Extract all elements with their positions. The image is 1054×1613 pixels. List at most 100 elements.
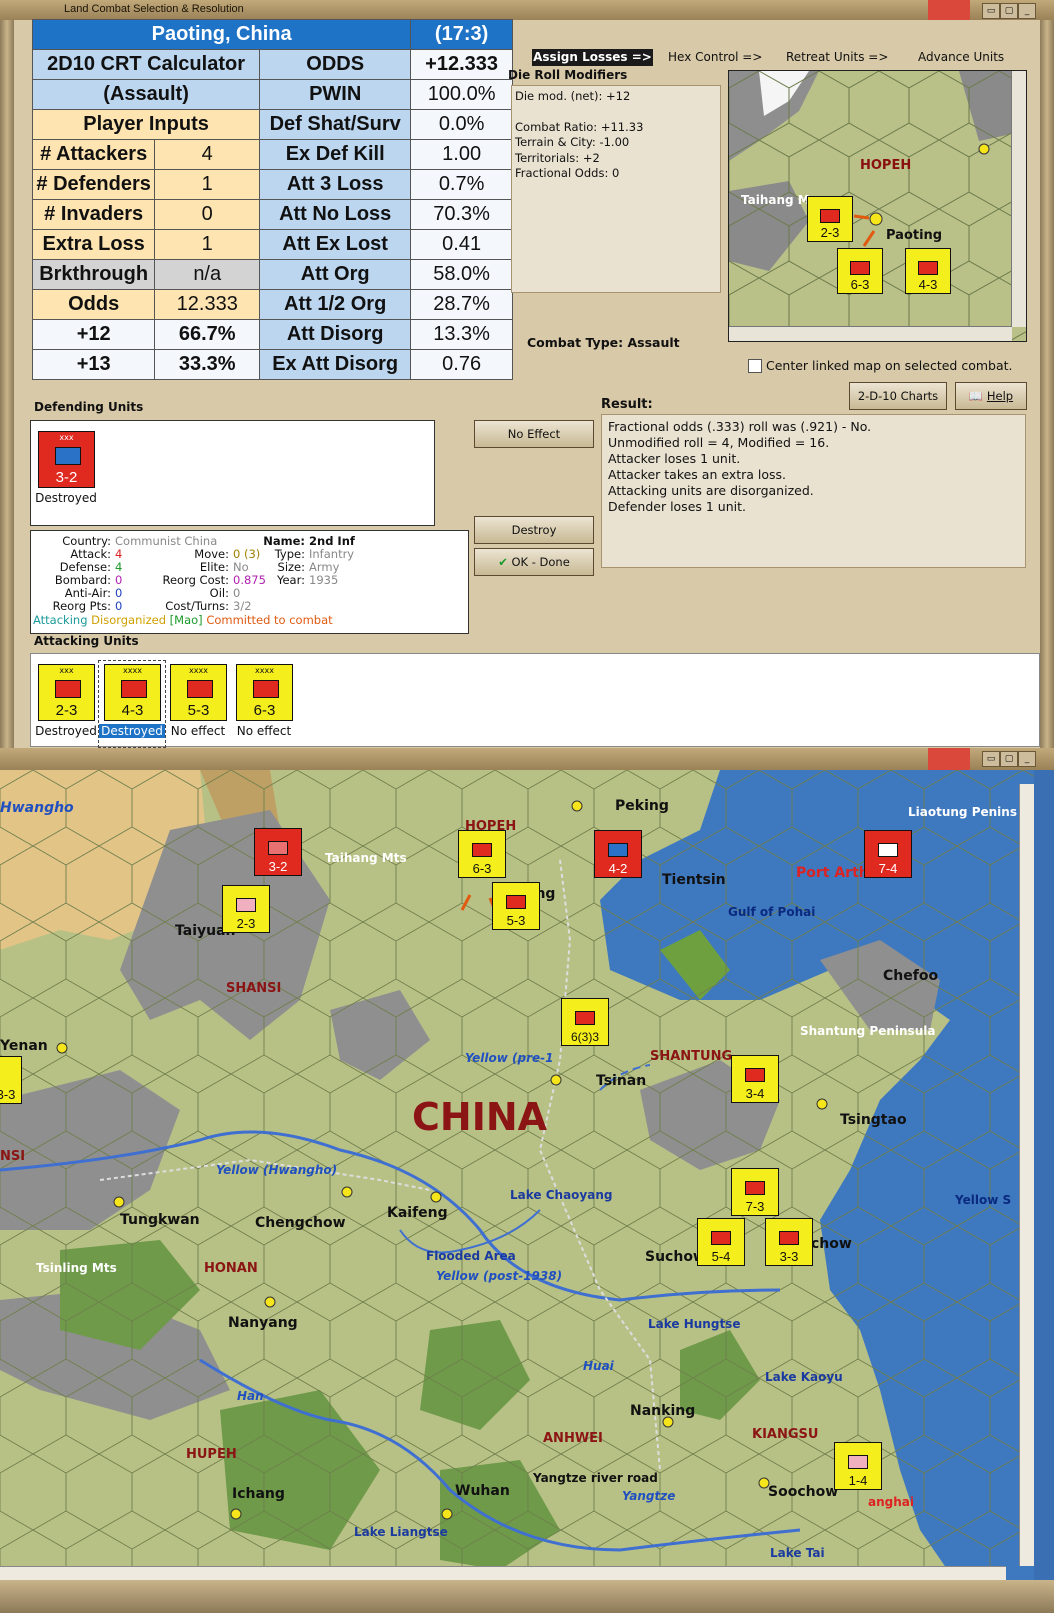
help-button[interactable]: 📖 Help: [955, 382, 1027, 410]
map-place-label: Kaifeng: [387, 1205, 448, 1221]
map-restore-icon[interactable]: ▭: [982, 751, 1000, 767]
map-vertical-scrollbar[interactable]: [1019, 784, 1034, 1566]
map-feature-label: anghai: [868, 1495, 914, 1509]
map-unit-counter[interactable]: 7-4: [864, 830, 912, 878]
result-line: Attacker takes an extra loss.: [608, 467, 787, 482]
stat-label: Ex Def Kill: [259, 139, 412, 170]
input-label: Odds: [31, 289, 156, 320]
defending-title: Defending Units: [34, 400, 144, 414]
map-feature-label: Yangtze: [622, 1489, 675, 1503]
mini-unit-4-3[interactable]: 4-3: [905, 248, 951, 294]
dialog-titlebar[interactable]: Land Combat Selection & Resolution ▭ ▢ _: [0, 0, 1054, 20]
modifier-line: Fractional Odds: 0: [515, 166, 620, 180]
map-unit-counter[interactable]: 7-3: [731, 1168, 779, 1216]
input-value: n/a: [154, 259, 261, 290]
attacker-unit-counter[interactable]: xxx 2-3: [38, 664, 95, 721]
map-feature-label: Gulf of Pohai: [728, 905, 815, 919]
map-unit-counter[interactable]: 5-3: [492, 882, 540, 930]
result-line: Defender loses 1 unit.: [608, 499, 746, 514]
modifier-line: Terrain & City: -1.00: [515, 135, 630, 149]
map-place-label: Chengchow: [255, 1215, 346, 1231]
stat-label: Att Ex Lost: [259, 229, 412, 260]
map-unit-counter[interactable]: 2-3: [222, 885, 270, 933]
stat-label: Att Disorg: [259, 319, 412, 350]
defender-unit-counter[interactable]: xxx 3-2: [38, 431, 95, 488]
map-place-label: Nanking: [630, 1403, 695, 1419]
map-place-label: Tientsin: [662, 872, 726, 888]
mini-unit-6-3[interactable]: 6-3: [837, 248, 883, 294]
map-unit-counter[interactable]: 3-2: [254, 828, 302, 876]
map-unit-counter[interactable]: 6-3: [458, 830, 506, 878]
map-unit-counter[interactable]: 4-2: [594, 830, 642, 878]
input-value[interactable]: 4: [154, 139, 261, 170]
map-unit-counter[interactable]: 6(3)3: [561, 998, 609, 1046]
map-unit-counter[interactable]: 1-4: [834, 1442, 882, 1490]
map-feature-label: Huai: [583, 1359, 615, 1373]
mini-map-hscroll[interactable]: [729, 326, 1012, 341]
result-line: Attacking units are disorganized.: [608, 483, 814, 498]
input-value[interactable]: 1: [154, 229, 261, 260]
phase-advance-units[interactable]: Advance Units: [918, 49, 1004, 66]
attacker-unit-counter[interactable]: xxxx 6-3: [236, 664, 293, 721]
ok-done-button[interactable]: ✔ OK - Done: [474, 548, 594, 576]
minimize-icon[interactable]: _: [1018, 3, 1036, 19]
map-label-china: CHINA: [412, 1095, 548, 1139]
modifiers-title: Die Roll Modifiers: [508, 68, 628, 82]
map-feature-label: Shantung Peninsula: [800, 1024, 935, 1038]
destroy-button[interactable]: Destroy: [474, 516, 594, 544]
map-place-label: Ichang: [232, 1486, 285, 1502]
combat-dialog: Land Combat Selection & Resolution ▭ ▢ _…: [0, 0, 1054, 750]
stat-label: Att No Loss: [259, 199, 412, 230]
mini-map-hexes: HOPEH Taihang M Paoting: [729, 71, 1026, 341]
map-titlebar[interactable]: ▭ ▢ _: [0, 748, 1054, 770]
info-keys-left: Country: Attack: Defense: Bombard: Anti-Air:…: [52, 534, 111, 613]
map-feature-label: Tsinling Mts: [36, 1261, 117, 1275]
charts-button[interactable]: 2-D-10 Charts: [849, 382, 947, 410]
map-region-label: NSI: [0, 1149, 25, 1164]
attacker-unit-counter[interactable]: xxxx 4-3: [104, 664, 161, 721]
mini-map-vscroll[interactable]: [1011, 71, 1026, 327]
map-feature-label: Liaotung Penins: [908, 805, 1017, 819]
map-minimize-icon[interactable]: _: [1018, 751, 1036, 767]
close-area[interactable]: [928, 0, 970, 20]
no-effect-button[interactable]: No Effect: [474, 420, 594, 448]
ok-done-label: OK - Done: [511, 555, 570, 569]
map-maximize-icon[interactable]: ▢: [1000, 751, 1018, 767]
dialog-title: Land Combat Selection & Resolution: [64, 3, 244, 15]
phase-assign-losses[interactable]: Assign Losses =>: [532, 49, 653, 66]
map-horizontal-scrollbar[interactable]: [0, 1566, 1006, 1581]
map-feature-label: Yellow (post-1938): [436, 1269, 562, 1283]
linked-mini-map[interactable]: HOPEH Taihang M Paoting 2-3 6-3 4-3: [728, 70, 1027, 342]
map-feature-label: Yangtze river road: [532, 1471, 658, 1485]
roll-value: 33.3%: [154, 349, 261, 380]
attacker-status: No effect: [170, 724, 226, 738]
maximize-icon[interactable]: ▢: [1000, 3, 1018, 19]
roll-value: 66.7%: [154, 319, 261, 350]
odds-label: ODDS: [259, 49, 412, 80]
info-values-right: 2nd Inf Infantry Army 1935: [309, 534, 355, 587]
roll-label: +13: [31, 349, 156, 380]
calc-title-2: (Assault): [31, 79, 261, 110]
phase-retreat-units[interactable]: Retreat Units =>: [786, 49, 888, 66]
map-place-label: Soochow: [768, 1484, 838, 1500]
map-region-label: HUPEH: [186, 1447, 237, 1462]
center-map-checkbox[interactable]: [748, 359, 762, 373]
map-unit-counter[interactable]: 3-3: [0, 1056, 22, 1104]
attacker-unit-counter[interactable]: xxxx 5-3: [170, 664, 227, 721]
attacking-units-panel: xxx 2-3 Destroyed xxxx 4-3 Destroyed xxx…: [30, 653, 1040, 748]
odds-value: +12.333: [410, 49, 513, 80]
input-value[interactable]: 0: [154, 199, 261, 230]
map-close-area[interactable]: [928, 748, 970, 770]
phase-hex-control[interactable]: Hex Control =>: [668, 49, 762, 66]
map-unit-counter[interactable]: 3-3: [765, 1218, 813, 1266]
restore-icon[interactable]: ▭: [982, 3, 1000, 19]
stat-label: Att Org: [259, 259, 412, 290]
mini-label-paoting: Paoting: [886, 228, 942, 243]
unit-info-panel: Country: Attack: Defense: Bombard: Anti-Air:…: [30, 530, 469, 634]
map-unit-counter[interactable]: 5-4: [697, 1218, 745, 1266]
main-game-map[interactable]: ▭ ▢ _ CHINA HOPEH SHANSI SHANTUNG HONAN …: [0, 748, 1054, 1613]
defender-status: Destroyed: [35, 491, 97, 505]
map-unit-counter[interactable]: 3-4: [731, 1055, 779, 1103]
mini-unit-2-3[interactable]: 2-3: [807, 196, 853, 242]
input-value[interactable]: 1: [154, 169, 261, 200]
